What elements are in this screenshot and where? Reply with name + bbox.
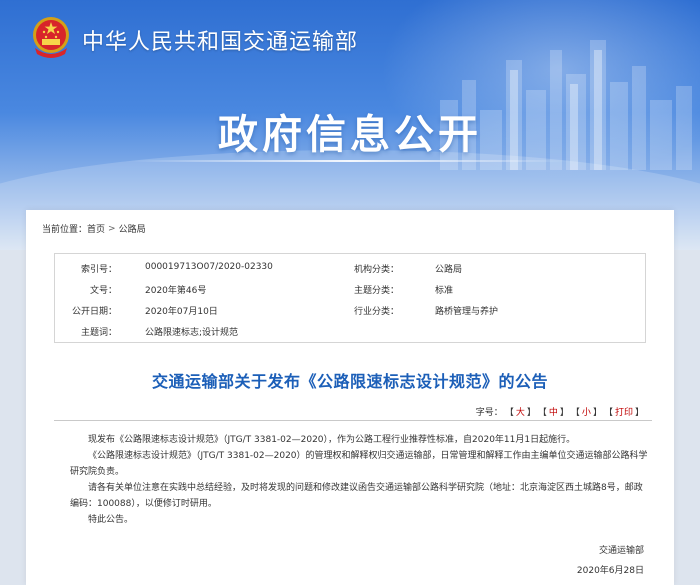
- meta-label-doc-number: 文号：: [89, 286, 117, 296]
- meta-label-keywords: 主题词：: [80, 328, 117, 338]
- document-metadata-table: 索引号： 000019713O07/2020-02330 机构分类： 公路局 文…: [54, 253, 646, 343]
- article-title: 交通运输部关于发布《公路限速标志设计规范》的公告: [151, 372, 548, 391]
- meta-row: 文号： 2020年第46号 主题分类： 标准: [55, 280, 645, 298]
- meta-value-publish-date: 2020年07月10日: [145, 307, 218, 317]
- meta-row: 主题词： 公路限速标志;设计规范: [55, 322, 645, 340]
- meta-label-org: 机构分类：: [353, 265, 399, 275]
- signature-date: 2020年6月28日: [576, 566, 644, 576]
- banner-title: 政府信息公开: [218, 112, 482, 158]
- font-size-large-button[interactable]: 大: [516, 405, 525, 418]
- ministry-name[interactable]: 中华人民共和国交通运输部: [82, 24, 358, 56]
- meta-label-publish-date: 公开日期：: [71, 307, 117, 317]
- title-underline: [130, 160, 570, 162]
- breadcrumb: 当前位置： 首页 > 公路局: [42, 222, 146, 236]
- font-size-label: 字号：: [475, 408, 503, 418]
- article-paragraph: 现发布《公路限速标志设计规范》（JTG/T 3381-02—2020），作为公路…: [88, 435, 576, 445]
- breadcrumb-separator: >: [108, 223, 116, 234]
- meta-label-topic: 主题分类：: [353, 286, 399, 296]
- print-button[interactable]: 打印: [615, 405, 633, 418]
- breadcrumb-home-link[interactable]: 首页: [87, 222, 105, 235]
- meta-row: 公开日期： 2020年07月10日 行业分类： 路桥管理与养护: [55, 301, 645, 319]
- breadcrumb-highway-bureau-link[interactable]: 公路局: [119, 222, 146, 235]
- signature-issuer: 交通运输部: [598, 546, 644, 556]
- meta-value-industry: 路桥管理与养护: [435, 307, 499, 317]
- article-paragraph: 《公路限速标志设计规范》（JTG/T 3381-02—2020）的管理权和解释权…: [70, 451, 648, 477]
- content-panel: 当前位置： 首页 > 公路局 索引号： 000019713O07/2020-02…: [26, 210, 674, 585]
- article-body: 现发布《公路限速标志设计规范》（JTG/T 3381-02—2020），作为公路…: [70, 432, 650, 528]
- meta-value-org: 公路局: [435, 265, 463, 275]
- breadcrumb-label: 当前位置：: [42, 225, 88, 235]
- meta-value-index: 000019713O07/2020-02330: [145, 262, 273, 272]
- divider: [54, 420, 652, 421]
- font-size-small-button[interactable]: 小: [582, 405, 591, 418]
- font-size-controls: 字号： 【大】 【中】 【小】 【打印】: [476, 405, 644, 418]
- signature-block: 交通运输部 2020年6月28日: [577, 541, 644, 581]
- meta-value-keywords: 公路限速标志;设计规范: [145, 328, 239, 338]
- meta-row: 索引号： 000019713O07/2020-02330 机构分类： 公路局: [55, 259, 645, 277]
- font-size-medium-button[interactable]: 中: [549, 405, 558, 418]
- meta-value-doc-number: 2020年第46号: [145, 286, 207, 296]
- article-paragraph: 请各有关单位注意在实践中总结经验，及时将发现的问题和修改建议函告交通运输部公路科…: [70, 483, 643, 509]
- article-paragraph: 特此公告。: [88, 515, 134, 525]
- meta-label-industry: 行业分类：: [353, 307, 399, 317]
- national-emblem-icon: [33, 17, 69, 58]
- meta-value-topic: 标准: [435, 286, 454, 296]
- meta-label-index: 索引号：: [80, 265, 117, 275]
